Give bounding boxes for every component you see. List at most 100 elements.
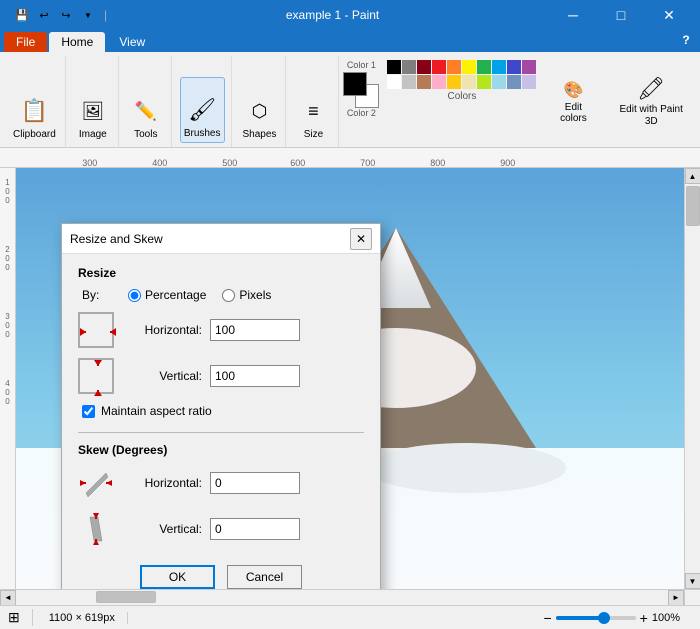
scroll-down-button[interactable]: ▼ xyxy=(685,573,700,589)
resize-section-label: Resize xyxy=(78,266,364,280)
color-swatch[interactable] xyxy=(402,60,416,74)
tab-file[interactable]: File xyxy=(4,32,47,52)
horizontal-skew-input[interactable] xyxy=(210,472,300,494)
scroll-thumb-v[interactable] xyxy=(686,186,700,226)
color-swatch[interactable] xyxy=(387,75,401,89)
color-swatch[interactable] xyxy=(477,75,491,89)
skew-h-svg xyxy=(78,465,114,501)
size-icon: ≡ xyxy=(297,95,329,127)
skew-horizontal-icon xyxy=(78,465,114,501)
edit-paint3d-section: 🖍 Edit with Paint 3D xyxy=(606,56,696,147)
color-swatch[interactable] xyxy=(522,75,536,89)
shapes-label: Shapes xyxy=(243,129,277,141)
zoom-minus-btn[interactable]: − xyxy=(543,610,551,626)
close-button[interactable]: ✕ xyxy=(646,0,692,30)
zoom-thumb[interactable] xyxy=(598,612,610,624)
brushes-icon: 🖌 xyxy=(186,94,218,126)
vertical-skew-input[interactable] xyxy=(210,518,300,540)
edit-colors-section: 🎨 Edit colors xyxy=(542,56,604,147)
app-window: 💾 ↩ ↪ ▼ | example 1 - Paint ─ □ ✕ File H… xyxy=(0,0,700,629)
color-swatch[interactable] xyxy=(432,60,446,74)
edit-colors-button[interactable]: 🎨 Edit colors xyxy=(548,76,598,128)
scroll-left-button[interactable]: ◄ xyxy=(0,590,16,606)
dialog-title-bar: Resize and Skew ✕ xyxy=(62,224,380,254)
clipboard-button[interactable]: 📋 Clipboard xyxy=(10,77,59,143)
shapes-button[interactable]: ⬡ Shapes xyxy=(240,77,280,143)
scroll-track-h xyxy=(16,590,668,605)
help-button[interactable]: ? xyxy=(676,30,696,50)
color-swatch[interactable] xyxy=(462,75,476,89)
color-swatch[interactable] xyxy=(417,75,431,89)
resize-vertical-icon xyxy=(78,358,114,394)
dialog-buttons: OK Cancel xyxy=(78,557,364,589)
redo-qat-btn[interactable]: ↪ xyxy=(56,5,76,25)
skew-vertical-row: Vertical: xyxy=(78,511,364,547)
size-label: Size xyxy=(304,129,323,141)
skew-vertical-icon xyxy=(78,511,114,547)
color-active-section: Color 1 Color 2 xyxy=(341,56,381,147)
tab-home[interactable]: Home xyxy=(49,32,105,52)
color-swatch[interactable] xyxy=(432,75,446,89)
percentage-radio[interactable] xyxy=(128,289,141,302)
color-swatch[interactable] xyxy=(492,60,506,74)
ok-button[interactable]: OK xyxy=(140,565,215,589)
percentage-radio-label[interactable]: Percentage xyxy=(128,288,206,302)
ruler-mark-300: 300 xyxy=(82,158,97,168)
color-swatch[interactable] xyxy=(462,60,476,74)
pixels-radio[interactable] xyxy=(222,289,235,302)
ribbon-tab-bar: File Home View ? xyxy=(0,30,700,52)
scroll-up-button[interactable]: ▲ xyxy=(685,168,700,184)
tools-icon: ✏️ xyxy=(130,95,162,127)
color-swatch[interactable] xyxy=(477,60,491,74)
dialog-close-button[interactable]: ✕ xyxy=(350,228,372,250)
cancel-button[interactable]: Cancel xyxy=(227,565,302,589)
size-button[interactable]: ≡ Size xyxy=(294,77,332,143)
horizontal-resize-input[interactable] xyxy=(210,319,300,341)
tab-view[interactable]: View xyxy=(107,32,157,52)
qat-dropdown-btn[interactable]: ▼ xyxy=(78,5,98,25)
colors-section-label: Colors xyxy=(387,91,536,102)
color-swatch[interactable] xyxy=(402,75,416,89)
color-swatch[interactable] xyxy=(507,75,521,89)
color-swatch[interactable] xyxy=(447,60,461,74)
restore-button[interactable]: □ xyxy=(598,0,644,30)
zoom-slider[interactable] xyxy=(556,616,636,620)
skew-v-svg xyxy=(78,511,114,547)
color-swatch[interactable] xyxy=(507,60,521,74)
resize-skew-dialog: Resize and Skew ✕ Resize By: Percentage xyxy=(61,223,381,589)
ruler-mark-900: 900 xyxy=(500,158,515,168)
vertical-skew-label: Vertical: xyxy=(122,522,202,536)
scroll-thumb-h[interactable] xyxy=(96,591,156,603)
status-view-icon: ⊞ xyxy=(8,609,20,626)
save-qat-btn[interactable]: 💾 xyxy=(12,5,32,25)
resize-horizontal-row: Horizontal: xyxy=(78,312,364,348)
zoom-level: 100% xyxy=(652,612,680,624)
vertical-resize-input[interactable] xyxy=(210,365,300,387)
ruler-mark-500: 500 xyxy=(222,158,237,168)
image-button[interactable]: 🖼 Image xyxy=(74,77,112,143)
color-swatch[interactable] xyxy=(387,60,401,74)
undo-qat-btn[interactable]: ↩ xyxy=(34,5,54,25)
color2-label: Color 2 xyxy=(347,108,376,118)
zoom-plus-btn[interactable]: + xyxy=(640,610,648,626)
vruler-400: 400 xyxy=(5,379,9,406)
edit-paint3d-button[interactable]: 🖍 Edit with Paint 3D xyxy=(612,72,690,132)
minimize-button[interactable]: ─ xyxy=(550,0,596,30)
horizontal-skew-label: Horizontal: xyxy=(122,476,202,490)
image-label: Image xyxy=(79,129,107,141)
tools-button[interactable]: ✏️ Tools xyxy=(127,77,165,143)
color-swatch[interactable] xyxy=(447,75,461,89)
skew-horizontal-row: Horizontal: xyxy=(78,465,364,501)
color-swatch[interactable] xyxy=(522,60,536,74)
color-swatch[interactable] xyxy=(417,60,431,74)
color1-swatch[interactable] xyxy=(343,72,367,96)
edit-colors-label: Edit colors xyxy=(552,102,594,124)
brushes-button[interactable]: 🖌 Brushes xyxy=(180,77,225,143)
by-label: By: xyxy=(82,288,112,302)
scroll-right-button[interactable]: ► xyxy=(668,590,684,606)
ribbon-group-tools: ✏️ Tools xyxy=(121,56,172,147)
pixels-radio-label[interactable]: Pixels xyxy=(222,288,271,302)
horizontal-scrollbar: ◄ ► xyxy=(0,589,684,605)
color-swatch[interactable] xyxy=(492,75,506,89)
aspect-ratio-checkbox[interactable] xyxy=(82,405,95,418)
